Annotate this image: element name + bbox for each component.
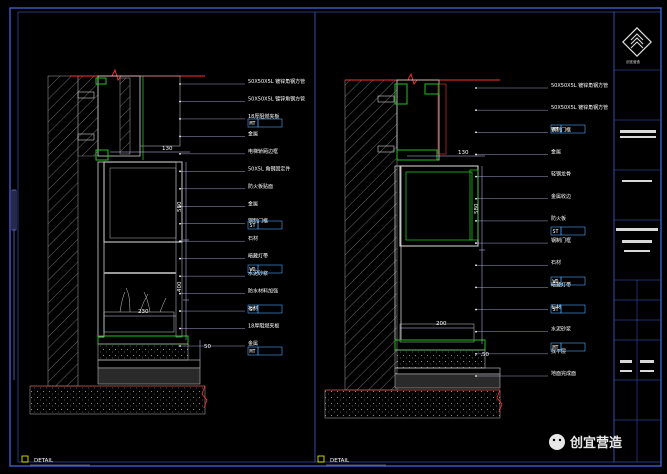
spec-tag-code: ST xyxy=(553,307,559,313)
leader-dot xyxy=(475,131,477,134)
leader-dot xyxy=(475,220,477,222)
leader-dot xyxy=(475,197,477,200)
right-dim-580: 580 xyxy=(474,203,480,214)
leader-dot xyxy=(475,375,477,377)
right-detail-title: DETAIL xyxy=(330,458,350,464)
left-floor-slab xyxy=(29,385,206,415)
left-detail-title: DETAIL xyxy=(34,458,54,464)
left-dimensions xyxy=(104,151,201,360)
right-dim-130: 130 xyxy=(458,150,469,156)
leader-label: 防火板 xyxy=(551,215,566,222)
leader-label: 50X50X5L 镀锌角钢方管 xyxy=(551,104,608,111)
leader-label: 防火板贴面 xyxy=(248,183,273,190)
leader-label: 轻钢龙骨 xyxy=(551,171,571,178)
left-dim-400: 400 xyxy=(177,281,183,292)
leader-dot xyxy=(179,187,181,190)
watermark-text: 创宜营造 xyxy=(569,435,623,451)
leader-dot xyxy=(179,83,181,85)
right-dim-200: 200 xyxy=(436,321,447,327)
spec-tag-code: MT xyxy=(553,345,559,351)
leader-label: 防水材料加强 xyxy=(248,288,278,295)
leader-label: 水泥砂浆 xyxy=(551,326,571,333)
right-elevator-panel xyxy=(399,165,479,247)
spec-tag-code: WD xyxy=(250,267,256,273)
leader-dot xyxy=(475,286,477,289)
spec-tag-code: MT xyxy=(250,121,256,127)
leader-label: 钢制门框 xyxy=(551,237,571,244)
right-detail-caption: DETAIL xyxy=(317,455,386,466)
leader-dot xyxy=(179,152,181,155)
leader-dot xyxy=(179,118,181,120)
title-block: 创宜营造 xyxy=(613,11,662,463)
left-detail-caption: DETAIL xyxy=(21,455,90,466)
leader-label: 暗藏灯带 xyxy=(248,253,268,260)
wechat-icon xyxy=(549,434,565,450)
company-logo xyxy=(622,27,652,57)
right-leaders: 50X50X5L 镀锌角钢方管 50X50X5L 镀锌角钢方管钢制门框 金属轻钢龙骨… xyxy=(475,82,608,377)
leader-dot xyxy=(179,327,181,330)
leader-label: 50X50X5L 镀锌角钢方管 xyxy=(551,82,608,89)
leader-dot xyxy=(475,109,477,112)
leader-label: 石材 xyxy=(551,259,561,266)
spec-tag-code: ST xyxy=(250,223,256,229)
spec-tag-field xyxy=(257,118,283,128)
left-dim-50: 50 xyxy=(204,344,211,350)
right-floor-slab xyxy=(324,389,501,419)
leader-dot xyxy=(475,330,477,333)
leader-label: 金属 xyxy=(248,130,258,137)
right-detail: 130 580 200 50 50X50X5L 镀锌角钢方管50X50X5L 镀… xyxy=(317,72,608,466)
logo-caption: 创宜营造 xyxy=(626,59,640,64)
leader-dot xyxy=(179,135,181,138)
leader-label: 18厚阻燃夹板 xyxy=(248,323,279,330)
left-detail: 130 580 400 230 50 50X50X5L 镀锌角钢方管50X50X… xyxy=(21,68,305,466)
leader-dot xyxy=(475,153,477,156)
leader-label: 电梯轿厢边框 xyxy=(248,148,278,155)
left-margin-marks xyxy=(11,189,17,380)
spec-tag-field xyxy=(257,346,283,356)
leader-dot xyxy=(179,100,181,103)
leader-label: 金属 xyxy=(248,200,258,207)
leader-label: 金属收边 xyxy=(551,193,571,200)
left-wall-hatch xyxy=(47,75,79,387)
spec-tag-code: WD xyxy=(553,279,559,285)
leader-dot xyxy=(475,87,477,89)
leader-label: 地面完成面 xyxy=(551,370,576,377)
spec-tag-field xyxy=(257,304,283,314)
leader-dot xyxy=(179,345,181,347)
leader-dot xyxy=(179,205,181,208)
leader-dot xyxy=(179,240,181,243)
cad-drawing-sheet: 130 580 400 230 50 50X50X5L 镀锌角钢方管50X50X… xyxy=(9,7,662,467)
leader-dot xyxy=(179,257,181,260)
spec-tag-code: ST xyxy=(553,229,559,235)
leader-dot xyxy=(179,310,181,312)
leader-dot xyxy=(179,222,181,225)
leader-dot xyxy=(475,264,477,267)
spec-tag-code: ST xyxy=(250,307,256,313)
right-dim-50: 50 xyxy=(482,352,489,358)
spec-tag-code: MT xyxy=(250,349,256,355)
spec-tag-code: MT xyxy=(553,127,559,133)
leader-dot xyxy=(179,275,181,278)
left-dim-130: 130 xyxy=(162,146,173,152)
leader-label: 石材 xyxy=(248,235,258,242)
title-block-rows xyxy=(614,69,661,462)
leader-label: 50X50X5L 镀锌角钢方管 xyxy=(248,78,305,85)
leader-dot xyxy=(179,170,181,173)
spec-tag-field xyxy=(560,226,586,236)
leader-dot xyxy=(475,352,477,355)
leader-dot xyxy=(475,175,477,178)
watermark: 创宜营造 xyxy=(549,434,623,451)
leader-label: 50X5L 角钢固定件 xyxy=(248,165,290,172)
right-wall-hatch xyxy=(344,79,398,391)
leader-dot xyxy=(475,308,477,311)
leader-label: 金属 xyxy=(248,340,258,347)
leader-dot xyxy=(475,242,477,244)
leader-label: 金属 xyxy=(551,148,561,155)
spec-tag-field xyxy=(560,304,586,314)
leader-label: 50X50X5L 镀锌角钢方管 xyxy=(248,95,305,102)
left-elevator-panel xyxy=(103,161,183,243)
left-dim-230: 230 xyxy=(138,309,149,315)
leader-dot xyxy=(179,292,181,295)
left-leaders: 50X50X5L 镀锌角钢方管50X50X5L 镀锌角钢方管18厚阻燃夹板金属电… xyxy=(179,78,305,356)
